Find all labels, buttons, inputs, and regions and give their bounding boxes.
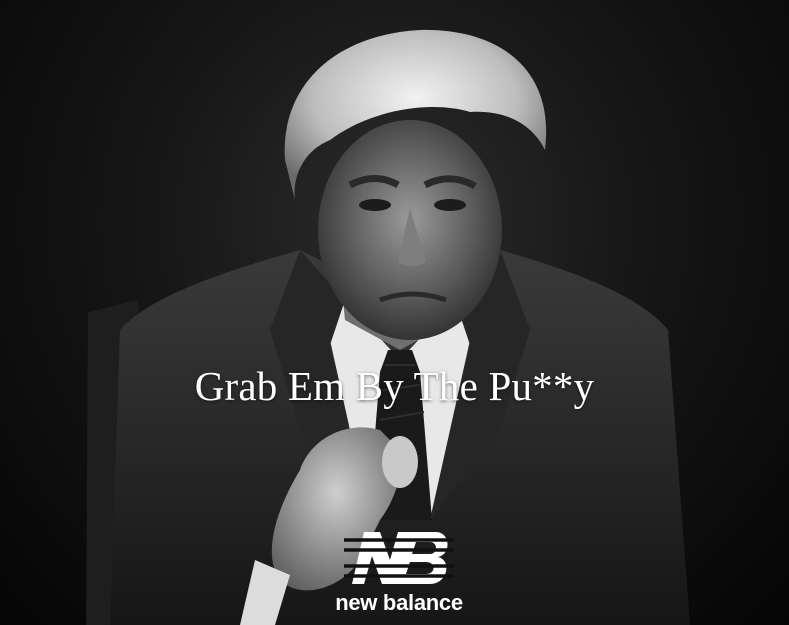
- caption-text: Grab Em By The Pu**y: [194, 363, 595, 409]
- brand-wordmark: new balance: [335, 590, 463, 615]
- poster: Grab Em By The Pu**y new balance: [0, 0, 789, 625]
- nb-logo-icon: [344, 532, 454, 584]
- brand-logo: new balance: [316, 528, 482, 622]
